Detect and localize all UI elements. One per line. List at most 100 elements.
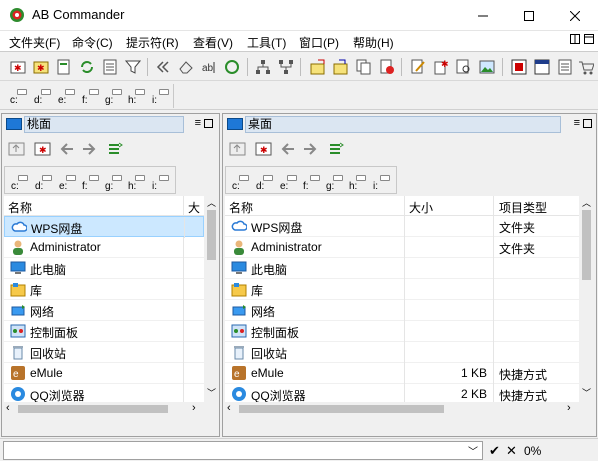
up-folder-icon[interactable]	[229, 140, 247, 158]
list-item[interactable]: 回收站	[225, 342, 579, 363]
list-item[interactable]: WPS网盘	[4, 216, 204, 238]
list-item[interactable]: 此电脑	[4, 258, 204, 279]
list-item[interactable]: e eMule 1 KB 快捷方式	[225, 363, 579, 384]
duplicate-button[interactable]	[354, 57, 374, 77]
back-arrow-icon[interactable]	[281, 142, 295, 156]
column-divider[interactable]	[183, 196, 184, 216]
right-path-field[interactable]: 桌面	[245, 116, 561, 133]
list-item[interactable]: 此电脑	[225, 258, 579, 279]
compare-icon[interactable]	[327, 140, 345, 158]
scroll-right-icon[interactable]: ›	[567, 402, 571, 414]
list-item[interactable]: 控制面板	[4, 321, 204, 342]
col-name-header[interactable]: 名称	[8, 199, 32, 216]
col-type-header[interactable]: 项目类型	[499, 199, 547, 216]
back-button[interactable]	[153, 57, 173, 77]
column-divider[interactable]	[404, 196, 405, 216]
new-folder-button[interactable]: ✱	[8, 57, 28, 77]
restore-icon[interactable]	[584, 34, 594, 44]
open-folder-button[interactable]: ✱	[31, 57, 51, 77]
filter-button[interactable]	[123, 57, 143, 77]
pane-maximize-icon[interactable]	[583, 119, 592, 128]
pane-maximize-icon[interactable]	[204, 119, 213, 128]
menu-folder[interactable]: 文件夹(F)	[9, 34, 60, 51]
menu-help[interactable]: 帮助(H)	[353, 34, 394, 51]
new-file-button[interactable]: ✱	[431, 57, 451, 77]
notes-button[interactable]	[100, 57, 120, 77]
minimize-button[interactable]	[460, 0, 506, 31]
new-folder-icon[interactable]: ✱	[34, 140, 52, 158]
scroll-down-icon[interactable]: ﹀	[207, 386, 216, 399]
right-vertical-scrollbar[interactable]: ︿ ﹀	[579, 196, 594, 402]
chevron-down-icon[interactable]: ﹀	[468, 443, 478, 458]
pane-menu-icon[interactable]: ≡	[574, 117, 580, 129]
list-item[interactable]: 库	[4, 279, 204, 300]
forward-arrow-icon[interactable]	[303, 142, 317, 156]
new-folder-icon[interactable]: ✱	[255, 140, 273, 158]
command-input[interactable]	[3, 441, 483, 460]
scroll-left-icon[interactable]: ‹	[227, 402, 231, 414]
up-folder-icon[interactable]	[8, 140, 26, 158]
copy-button[interactable]	[308, 57, 328, 77]
list-item[interactable]: 库	[225, 279, 579, 300]
computer-icon	[231, 261, 247, 274]
menu-prompt[interactable]: 提示符(R)	[126, 34, 179, 51]
list-item[interactable]: QQ浏览器 2 KB 快捷方式	[225, 384, 579, 402]
back-arrow-icon[interactable]	[60, 142, 74, 156]
scroll-down-icon[interactable]: ﹀	[582, 386, 591, 399]
menu-command[interactable]: 命令(C)	[72, 34, 113, 51]
maximize-button[interactable]	[506, 0, 552, 31]
col-size-header[interactable]: 大小	[409, 199, 433, 216]
left-horizontal-scrollbar[interactable]: ‹ ›	[4, 402, 204, 416]
list-item[interactable]: e eMule	[4, 363, 204, 384]
search-button[interactable]	[454, 57, 474, 77]
left-path-field[interactable]: 桃面	[24, 116, 184, 133]
properties-button[interactable]	[54, 57, 74, 77]
list-item[interactable]: WPS网盘 文件夹	[225, 216, 579, 237]
pane-menu-icon[interactable]: ≡	[195, 117, 201, 129]
menu-tools[interactable]: 工具(T)	[247, 34, 286, 51]
right-vscroll-thumb[interactable]	[582, 210, 591, 280]
list-item[interactable]: Administrator 文件夹	[225, 237, 579, 258]
cancel-button[interactable]: ✕	[506, 443, 517, 459]
options-button[interactable]	[555, 57, 575, 77]
window-button[interactable]	[532, 57, 552, 77]
list-item[interactable]: Administrator	[4, 237, 204, 258]
rename-button[interactable]: ab	[199, 57, 219, 77]
scroll-up-icon[interactable]: ︿	[207, 196, 216, 209]
col-name-header[interactable]: 名称	[229, 199, 253, 216]
split-button[interactable]	[276, 57, 296, 77]
left-vertical-scrollbar[interactable]: ︿ ﹀	[204, 196, 219, 402]
item-name: WPS网盘	[251, 221, 303, 235]
column-divider[interactable]	[493, 196, 494, 216]
close-button[interactable]	[552, 0, 598, 31]
scroll-right-icon[interactable]: ›	[192, 402, 196, 414]
left-vscroll-thumb[interactable]	[207, 210, 216, 260]
right-hscroll-thumb[interactable]	[239, 405, 444, 413]
sync-button[interactable]	[77, 57, 97, 77]
delete-button[interactable]	[377, 57, 397, 77]
edit-button[interactable]	[408, 57, 428, 77]
left-hscroll-thumb[interactable]	[18, 405, 168, 413]
menu-window[interactable]: 窗口(P)	[299, 34, 339, 51]
move-button[interactable]	[331, 57, 351, 77]
col-size-header[interactable]: 大	[188, 199, 200, 216]
right-horizontal-scrollbar[interactable]: ‹ ›	[225, 402, 579, 416]
image-button[interactable]	[477, 57, 497, 77]
list-item[interactable]: 控制面板	[225, 321, 579, 342]
cart-button[interactable]	[576, 57, 596, 77]
tree-button[interactable]	[253, 57, 273, 77]
list-item[interactable]: 网络	[225, 300, 579, 321]
fullscreen-button[interactable]	[509, 57, 529, 77]
recycle-button[interactable]	[222, 57, 242, 77]
ok-button[interactable]: ✔	[489, 443, 500, 459]
list-item[interactable]: 网络	[4, 300, 204, 321]
scroll-up-icon[interactable]: ︿	[582, 196, 591, 209]
erase-button[interactable]	[176, 57, 196, 77]
list-item[interactable]: 回收站	[4, 342, 204, 363]
forward-arrow-icon[interactable]	[82, 142, 96, 156]
scroll-left-icon[interactable]: ‹	[6, 402, 10, 414]
menu-view[interactable]: 查看(V)	[193, 34, 233, 51]
list-item[interactable]: QQ浏览器	[4, 384, 204, 402]
compare-icon[interactable]	[106, 140, 124, 158]
tile-icon[interactable]	[570, 34, 580, 44]
